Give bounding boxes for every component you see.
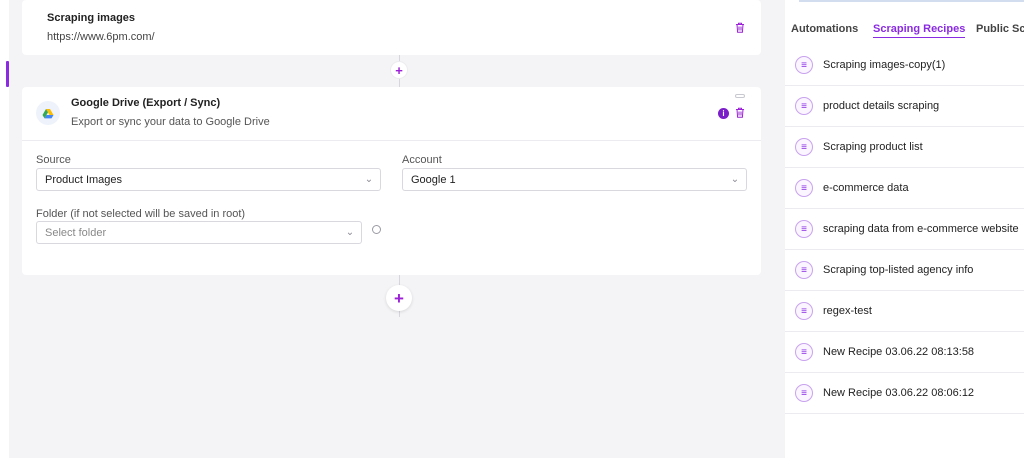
recipe-name: New Recipe 03.06.22 08:06:12 xyxy=(823,387,975,399)
recipe-name: regex-test xyxy=(823,305,872,317)
info-icon[interactable]: i xyxy=(718,108,729,119)
recipe-list-icon: ≡ xyxy=(795,302,813,320)
source-select[interactable]: Product Images ⌄ xyxy=(36,168,381,191)
source-label: Source xyxy=(36,154,71,166)
tab-automations[interactable]: Automations xyxy=(791,23,858,35)
recipe-list-icon: ≡ xyxy=(795,56,813,74)
folder-radio[interactable] xyxy=(372,225,381,234)
recipe-name: Scraping images-copy(1) xyxy=(823,59,946,71)
recipe-list-icon: ≡ xyxy=(795,343,813,361)
recipe-name: product details scraping xyxy=(823,100,940,112)
add-step-button[interactable]: + xyxy=(390,61,408,79)
recipe-list-icon: ≡ xyxy=(795,261,813,279)
recipe-item[interactable]: ≡ New Recipe 03.06.22 08:06:12 xyxy=(785,373,1024,414)
google-drive-icon xyxy=(36,101,60,125)
recipe-item[interactable]: ≡ New Recipe 03.06.22 08:13:58 xyxy=(785,332,1024,373)
recipe-list-icon: ≡ xyxy=(795,97,813,115)
block-title: Google Drive (Export / Sync) xyxy=(71,97,221,109)
drag-handle[interactable] xyxy=(735,94,745,98)
recipe-name: e-commerce data xyxy=(823,182,909,194)
recipe-item[interactable]: ≡ Scraping product list xyxy=(785,127,1024,168)
recipes-panel: Automations Scraping Recipes Public Scr … xyxy=(785,0,1024,458)
block-title: Scraping images xyxy=(47,12,136,24)
add-step-button[interactable]: + xyxy=(386,285,412,311)
scraping-block-card[interactable]: Scraping images https://www.6pm.com/ xyxy=(22,0,761,55)
source-value: Product Images xyxy=(45,173,123,186)
recipe-item[interactable]: ≡ Scraping images-copy(1) xyxy=(785,45,1024,86)
recipe-list-icon: ≡ xyxy=(795,179,813,197)
tab-public-scrapers[interactable]: Public Scr xyxy=(976,23,1024,35)
recipe-name: scraping data from e-commerce website xyxy=(823,223,1019,235)
recipe-item[interactable]: ≡ scraping data from e-commerce website xyxy=(785,209,1024,250)
chevron-down-icon: ⌄ xyxy=(345,227,355,238)
folder-label: Folder (if not selected will be saved in… xyxy=(36,208,246,220)
recipe-name: Scraping product list xyxy=(823,141,923,153)
google-drive-block-card[interactable]: Google Drive (Export / Sync) Export or s… xyxy=(22,87,761,275)
recipe-item[interactable]: ≡ regex-test xyxy=(785,291,1024,332)
recipe-name: Scraping top-listed agency info xyxy=(823,264,974,276)
panel-top-bar xyxy=(799,0,1024,2)
trash-icon[interactable] xyxy=(735,22,745,36)
recipe-list: ≡ Scraping images-copy(1) ≡ product deta… xyxy=(785,45,1024,414)
recipe-name: New Recipe 03.06.22 08:13:58 xyxy=(823,346,975,358)
tab-scraping-recipes[interactable]: Scraping Recipes xyxy=(873,23,966,38)
chevron-down-icon: ⌄ xyxy=(364,174,374,185)
workflow-canvas: Scraping images https://www.6pm.com/ + G… xyxy=(9,0,776,458)
card-divider xyxy=(22,140,761,141)
block-subtitle: Export or sync your data to Google Drive xyxy=(71,116,270,128)
trash-icon[interactable] xyxy=(735,107,745,121)
account-label: Account xyxy=(402,154,442,166)
folder-placeholder: Select folder xyxy=(45,226,107,239)
recipe-list-icon: ≡ xyxy=(795,220,813,238)
account-value: Google 1 xyxy=(411,173,456,186)
recipe-list-icon: ≡ xyxy=(795,138,813,156)
chevron-down-icon: ⌄ xyxy=(730,174,740,185)
recipe-list-icon: ≡ xyxy=(795,384,813,402)
block-url: https://www.6pm.com/ xyxy=(47,31,155,43)
recipe-item[interactable]: ≡ product details scraping xyxy=(785,86,1024,127)
recipe-item[interactable]: ≡ Scraping top-listed agency info xyxy=(785,250,1024,291)
recipe-item[interactable]: ≡ e-commerce data xyxy=(785,168,1024,209)
folder-select[interactable]: Select folder ⌄ xyxy=(36,221,362,244)
account-select[interactable]: Google 1 ⌄ xyxy=(402,168,747,191)
